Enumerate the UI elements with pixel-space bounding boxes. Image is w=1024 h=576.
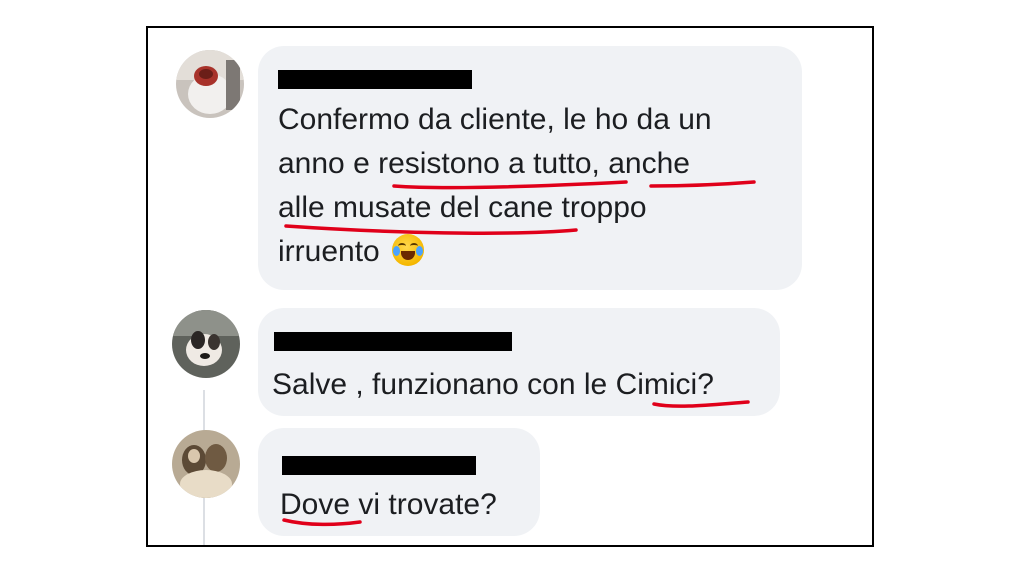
comment-line-with-emoji: irruento (278, 230, 425, 273)
comment-line: irruento (278, 235, 380, 268)
comment-bubble: Dove vi trovate? (258, 428, 540, 536)
avatar[interactable] (172, 310, 240, 378)
author-name-redacted[interactable] (274, 332, 512, 351)
comment-line: Dove vi trovate? (280, 488, 497, 521)
comment-bubble: Salve , funzionano con le Cimici? (258, 308, 780, 416)
comment-line: alle musate del cane troppo (278, 191, 647, 224)
avatar[interactable] (172, 430, 240, 498)
author-name-redacted[interactable] (282, 456, 476, 475)
face-with-tears-of-joy-icon (392, 234, 425, 266)
avatar-photo-icon (172, 430, 240, 498)
avatar[interactable] (176, 50, 244, 118)
avatar-photo-icon (176, 50, 244, 118)
author-name-redacted[interactable] (278, 70, 472, 89)
comment-line: Confermo da cliente, le ho da un (278, 103, 712, 136)
comment-line: Salve , funzionano con le Cimici? (272, 368, 714, 401)
avatar-dog-photo-icon (172, 310, 240, 378)
comment-bubble: Confermo da cliente, le ho da un anno e … (258, 46, 802, 290)
screenshot-frame: Confermo da cliente, le ho da un anno e … (146, 26, 874, 547)
comment-line: anno e resistono a tutto, anche (278, 147, 690, 180)
